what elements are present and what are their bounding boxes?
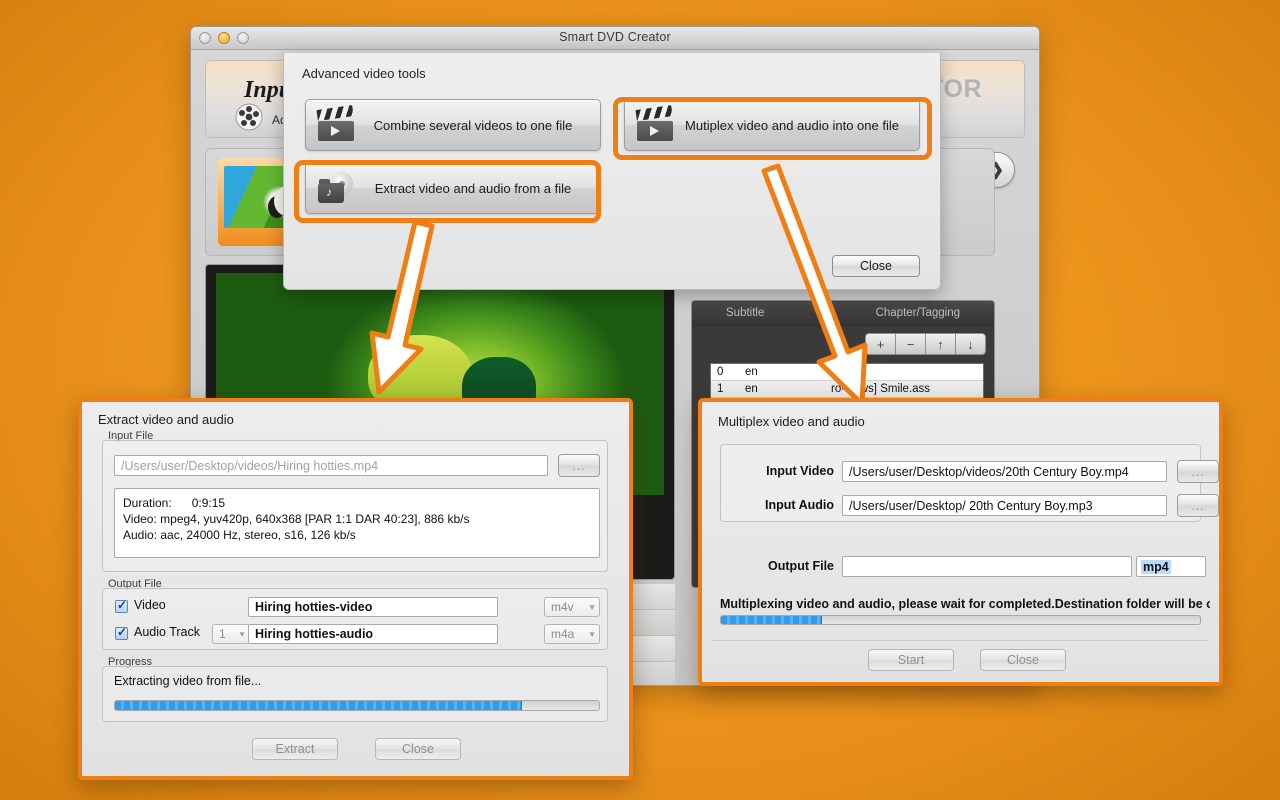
- multiplex-progress-fill: [721, 616, 822, 624]
- add-subtitle-icon[interactable]: +: [865, 333, 896, 355]
- multiplex-dialog-title: Multiplex video and audio: [718, 414, 865, 429]
- window-titlebar: Smart DVD Creator: [191, 27, 1039, 50]
- chevron-down-icon: ▼: [588, 603, 596, 612]
- row-file: ro-Raws] Smile.ass: [831, 383, 983, 395]
- combine-videos-button[interactable]: Combine several videos to one file: [305, 99, 601, 151]
- media-info-video: Video: mpeg4, yuv420p, 640x368 [PAR 1:1 …: [123, 511, 591, 527]
- output-format-value: mp4: [1141, 560, 1171, 574]
- audio-track-value: 1: [219, 627, 226, 641]
- video-output-label: Video: [134, 598, 166, 612]
- row-index: 0: [711, 366, 745, 378]
- output-file-label: Output File: [714, 559, 834, 573]
- extract-progress-status: Extracting video from file...: [114, 674, 261, 688]
- media-info-box: Duration: 0:9:15 Video: mpeg4, yuv420p, …: [114, 488, 600, 558]
- table-row[interactable]: 1 en ro-Raws] Smile.ass: [711, 381, 983, 398]
- divider: [712, 640, 1209, 641]
- input-audio-path[interactable]: /Users/user/Desktop/ 20th Century Boy.mp…: [842, 495, 1167, 516]
- audio-track-select[interactable]: 1 ▼: [212, 624, 250, 644]
- multiplex-video-audio-dialog: Multiplex video and audio Input Video /U…: [698, 398, 1223, 686]
- input-video-path[interactable]: /Users/user/Desktop/videos/20th Century …: [842, 461, 1167, 482]
- extract-progress-bar: [114, 700, 600, 711]
- audio-format-value: m4a: [551, 627, 574, 641]
- chevron-down-icon: ▼: [588, 630, 596, 639]
- audio-output-label: Audio Track: [134, 625, 200, 639]
- multiplex-progress-status: Multiplexing video and audio, please wai…: [720, 597, 1210, 611]
- row-file: lf.sub: [831, 366, 983, 378]
- combine-videos-label: Combine several videos to one file: [354, 118, 600, 133]
- video-format-value: m4v: [551, 600, 574, 614]
- extract-start-button[interactable]: Extract: [252, 738, 338, 760]
- multiplex-close-button[interactable]: Close: [980, 649, 1066, 671]
- subtitle-tabs[interactable]: Subtitle Chapter/Tagging: [692, 301, 994, 327]
- chevron-down-icon: ▼: [238, 630, 246, 639]
- sheet-close-button[interactable]: Close: [832, 255, 920, 277]
- row-lang: en: [745, 383, 831, 395]
- move-up-icon[interactable]: ↑: [925, 333, 956, 355]
- input-audio-browse-button[interactable]: ...: [1177, 494, 1219, 517]
- audio-format-select[interactable]: m4a ▼: [544, 624, 600, 644]
- media-info-audio: Audio: aac, 24000 Hz, stereo, s16, 126 k…: [123, 527, 591, 543]
- highlight-ring-multiplex: [613, 97, 932, 160]
- input-video-label: Input Video: [730, 464, 834, 478]
- sheet-title: Advanced video tools: [302, 66, 426, 81]
- tab-chapter-tagging[interactable]: Chapter/Tagging: [876, 307, 960, 319]
- video-output-checkbox[interactable]: [115, 600, 128, 613]
- extract-close-button[interactable]: Close: [375, 738, 461, 760]
- extract-dialog-title: Extract video and audio: [98, 412, 234, 427]
- extract-progress-fill: [115, 701, 522, 710]
- output-format-input[interactable]: mp4: [1136, 556, 1206, 577]
- move-down-icon[interactable]: ↓: [955, 333, 986, 355]
- audio-output-checkbox[interactable]: [115, 627, 128, 640]
- clapperboard-icon: [318, 109, 354, 141]
- video-format-select[interactable]: m4v ▼: [544, 597, 600, 617]
- row-index: 1: [711, 383, 745, 395]
- input-audio-label: Input Audio: [730, 498, 834, 512]
- highlight-ring-extract: [294, 160, 601, 223]
- tab-subtitle[interactable]: Subtitle: [726, 307, 764, 319]
- media-info-duration: Duration: 0:9:15: [123, 495, 591, 511]
- window-title: Smart DVD Creator: [191, 30, 1039, 44]
- video-output-filename[interactable]: Hiring hotties-video: [248, 597, 498, 617]
- input-file-browse-button[interactable]: ...: [558, 454, 600, 477]
- subtitle-toolbar[interactable]: + − ↑ ↓: [866, 333, 986, 355]
- extract-video-audio-dialog: Extract video and audio Input File /User…: [78, 398, 633, 780]
- output-file-input[interactable]: [842, 556, 1132, 577]
- audio-output-filename[interactable]: Hiring hotties-audio: [248, 624, 498, 644]
- input-file-path[interactable]: /Users/user/Desktop/videos/Hiring hottie…: [114, 455, 548, 476]
- multiplex-progress-bar: [720, 615, 1201, 625]
- film-reel-icon: [234, 103, 268, 133]
- table-row[interactable]: 0 en lf.sub: [711, 364, 983, 381]
- remove-subtitle-icon[interactable]: −: [895, 333, 926, 355]
- input-video-browse-button[interactable]: ...: [1177, 460, 1219, 483]
- multiplex-start-button[interactable]: Start: [868, 649, 954, 671]
- row-lang: en: [745, 366, 831, 378]
